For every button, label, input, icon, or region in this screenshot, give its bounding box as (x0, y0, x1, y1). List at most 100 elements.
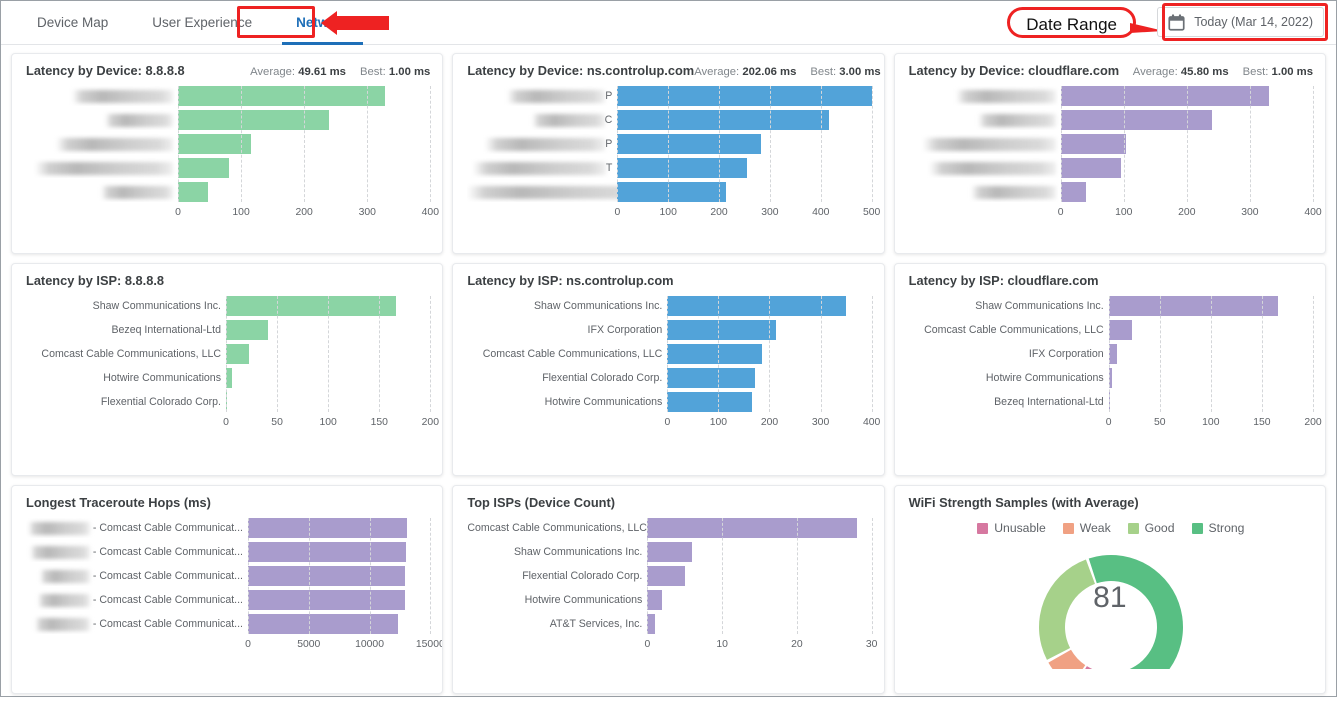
legend-item-unusable[interactable]: Unusable (977, 521, 1046, 535)
bar-row[interactable] (26, 134, 430, 154)
bar-row[interactable] (909, 158, 1313, 178)
bar-track (617, 134, 871, 154)
legend-item-weak[interactable]: Weak (1062, 521, 1111, 535)
bar-fill[interactable] (1108, 368, 1112, 388)
bar-fill[interactable] (647, 542, 693, 562)
bar-fill[interactable] (226, 344, 250, 364)
date-range-picker[interactable]: Today (Mar 14, 2022) (1157, 7, 1324, 37)
legend-item-good[interactable]: Good (1127, 521, 1175, 535)
bar-fill[interactable] (667, 320, 777, 340)
bar-row[interactable]: IFX Corporation (467, 320, 871, 340)
bar-row[interactable]: Comcast Cable Communications, LLC (467, 518, 871, 538)
bar-row[interactable]: Bezeq International-Ltd (909, 392, 1313, 412)
card-latency-by-device-cloudflare: Latency by Device: cloudflare.com Averag… (893, 53, 1326, 254)
bar-fill[interactable] (1108, 296, 1279, 316)
bar-row[interactable]: - Comcast Cable Communicat... (26, 518, 430, 538)
bar-row[interactable]: - Comcast Cable Communicat... (26, 590, 430, 610)
tab-network[interactable]: Network (274, 1, 371, 45)
bar-fill[interactable] (248, 566, 406, 586)
bar-fill[interactable] (667, 344, 763, 364)
tab-user-experience[interactable]: User Experience (130, 1, 274, 45)
bar-fill[interactable] (178, 134, 252, 154)
bar-fill[interactable] (647, 590, 663, 610)
bar-label (909, 86, 1061, 106)
bar-row[interactable]: Flexential Colorado Corp. (467, 368, 871, 388)
bar-fill[interactable] (1060, 134, 1126, 154)
bar-fill[interactable] (248, 542, 406, 562)
bar-row[interactable]: Shaw Communications Inc. (26, 296, 430, 316)
tab-device-map[interactable]: Device Map (15, 1, 130, 45)
bar-row[interactable]: - Comcast Cable Communicat... (26, 542, 430, 562)
bar-row[interactable]: P (467, 134, 871, 154)
bar-row[interactable] (909, 86, 1313, 106)
x-axis: 0 100 200 300 400 500 (614, 206, 880, 222)
bar-row[interactable] (26, 158, 430, 178)
bar-row[interactable]: - Comcast Cable Communicat... (26, 566, 430, 586)
bar-row[interactable] (26, 86, 430, 106)
bar-fill[interactable] (248, 590, 405, 610)
bar-row[interactable]: Hotwire Communications (467, 392, 871, 412)
bar-row[interactable]: - Comcast Cable Communicat... (26, 614, 430, 634)
bar-fill[interactable] (1108, 392, 1110, 412)
bar-row[interactable]: Shaw Communications Inc. (467, 542, 871, 562)
bar-row[interactable]: Hotwire Communications (467, 590, 871, 610)
bar-fill[interactable] (617, 86, 872, 106)
bar-fill[interactable] (647, 614, 655, 634)
bar-fill[interactable] (178, 110, 330, 130)
bar-row[interactable]: C (467, 110, 871, 130)
bar-fill[interactable] (1108, 344, 1117, 364)
bar-fill[interactable] (617, 110, 830, 130)
bar-fill[interactable] (617, 158, 748, 178)
bar-fill[interactable] (178, 158, 230, 178)
bar-fill[interactable] (1108, 320, 1133, 340)
bar-fill[interactable] (647, 518, 857, 538)
bar-fill[interactable] (248, 518, 408, 538)
bar-fill[interactable] (178, 182, 209, 202)
stat-best: Best: 3.00 ms (810, 66, 881, 78)
bar-row[interactable]: Shaw Communications Inc. (467, 296, 871, 316)
bar-row[interactable]: AT&T Services, Inc. (467, 614, 871, 634)
bar-row[interactable]: IFX Corporation (909, 344, 1313, 364)
bar-row[interactable] (909, 134, 1313, 154)
bar-chart: Shaw Communications Inc. Comcast Cable Co… (909, 296, 1322, 432)
bar-row[interactable] (26, 182, 430, 202)
bar-fill[interactable] (226, 368, 233, 388)
bar-fill[interactable] (667, 392, 752, 412)
axis-tick-label: 200 (421, 417, 439, 428)
card-header: Latency by ISP: cloudflare.com (909, 273, 1313, 288)
bar-fill[interactable] (226, 296, 396, 316)
bar-fill[interactable] (1060, 182, 1086, 202)
bar-row[interactable]: Shaw Communications Inc. (909, 296, 1313, 316)
bar-row[interactable]: Comcast Cable Communications, LLC (467, 344, 871, 364)
bar-row[interactable]: Hotwire Communications (909, 368, 1313, 388)
bar-fill[interactable] (248, 614, 399, 634)
bar-fill[interactable] (617, 182, 727, 202)
bar-row[interactable] (909, 182, 1313, 202)
bar-fill[interactable] (617, 134, 761, 154)
gauge-center-value: 81 (1093, 581, 1127, 614)
legend-item-strong[interactable]: Strong (1191, 521, 1244, 535)
bar-row[interactable]: Comcast Cable Communications, LLC (26, 344, 430, 364)
bar-row[interactable]: Flexential Colorado Corp. (26, 392, 430, 412)
bar-row[interactable]: P (467, 86, 872, 106)
bar-row[interactable]: L (467, 182, 871, 202)
bar-row[interactable]: Bezeq International-Ltd (26, 320, 430, 340)
bar-fill[interactable] (226, 320, 268, 340)
bar-row[interactable]: Comcast Cable Communications, LLC (909, 320, 1313, 340)
bar-row[interactable]: Flexential Colorado Corp. (467, 566, 871, 586)
bar-fill[interactable] (1060, 86, 1269, 106)
bar-fill[interactable] (226, 392, 228, 412)
bar-fill[interactable] (667, 296, 847, 316)
bar-label (909, 158, 1061, 178)
bar-track (647, 542, 871, 562)
bar-fill[interactable] (667, 368, 756, 388)
bar-row[interactable] (26, 110, 430, 130)
bar-fill[interactable] (178, 86, 385, 106)
bar-row[interactable]: T (467, 158, 871, 178)
bar-fill[interactable] (1060, 158, 1121, 178)
bar-fill[interactable] (1060, 110, 1213, 130)
bar-row[interactable]: Hotwire Communications (26, 368, 430, 388)
bar-fill[interactable] (647, 566, 685, 586)
bar-row[interactable] (909, 110, 1313, 130)
card-header: Latency by ISP: 8.8.8.8 (26, 273, 430, 288)
